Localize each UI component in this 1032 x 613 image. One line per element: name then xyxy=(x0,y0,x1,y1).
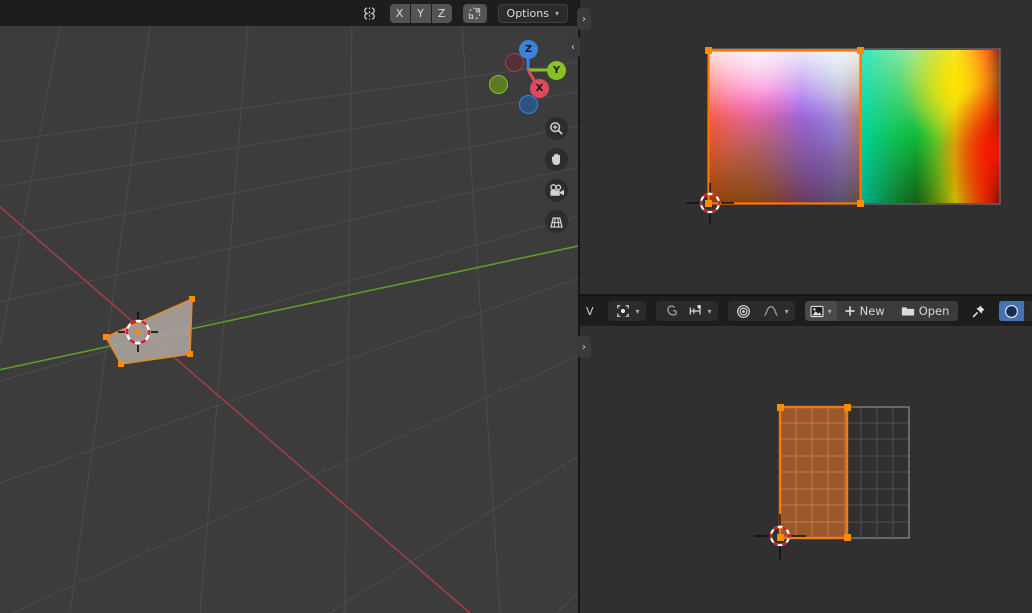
uv-select-mode-button[interactable]: ▾ xyxy=(607,301,646,321)
new-image-button[interactable]: New xyxy=(836,301,894,321)
uv-test-gradient-image-right xyxy=(860,50,1000,203)
plane-vertex[interactable] xyxy=(189,296,195,302)
uv-vertex xyxy=(777,404,784,411)
zoom-view-icon[interactable] xyxy=(545,117,568,140)
uv-editor-canvas xyxy=(580,296,1032,613)
display-channels-dropdown[interactable]: ▾ xyxy=(1024,301,1032,321)
display-channels-group: ▾ xyxy=(999,301,1032,321)
viewport-header: X Y Z Options ▾ xyxy=(0,0,578,26)
mirror-axis-z[interactable]: Z xyxy=(431,3,452,23)
uv-editor-image-preview[interactable] xyxy=(580,0,1032,294)
pin-id-button[interactable] xyxy=(968,301,989,321)
open-image-label: Open xyxy=(918,304,950,318)
uv-vertex xyxy=(857,200,864,207)
gizmo-axis-y[interactable]: Y xyxy=(547,61,566,80)
image-datablock-group: ▾ New Open xyxy=(804,301,959,321)
viewport-3d[interactable]: Z Y X X Y Z Options ▾ xyxy=(0,0,578,613)
uv-vertex-select-icon[interactable] xyxy=(610,301,636,321)
mirror-axis-group: X Y Z xyxy=(389,3,452,23)
uv-vertex xyxy=(844,404,851,411)
image-browse-button[interactable]: ▾ xyxy=(804,301,837,321)
uv-editor[interactable]: V ▾ ▾ ▾ ▾ New Open xyxy=(580,296,1032,613)
chevron-right-icon: › xyxy=(582,13,586,25)
expand-area-arrow-top-right[interactable]: › xyxy=(577,8,591,30)
toggle-ortho-perspective-icon[interactable] xyxy=(545,210,568,233)
proportional-editing-group: ▾ xyxy=(727,301,795,321)
pan-view-icon[interactable] xyxy=(545,148,568,171)
editor-type-button[interactable]: V xyxy=(582,301,598,321)
gizmo-axis-neg-y[interactable] xyxy=(489,75,508,94)
object-plane[interactable] xyxy=(70,295,210,375)
viewport-nav-buttons xyxy=(545,117,568,233)
options-label: Options xyxy=(506,6,549,20)
proportional-editing-icon[interactable] xyxy=(462,3,487,23)
chevron-down-icon[interactable]: ▾ xyxy=(785,307,793,316)
plus-icon xyxy=(844,306,855,316)
display-channels-icon[interactable] xyxy=(999,301,1025,321)
chevron-left-icon: ‹ xyxy=(571,41,575,53)
navigation-gizmo[interactable]: Z Y X xyxy=(483,32,567,116)
gizmo-axis-x-label: X xyxy=(535,83,544,94)
options-button[interactable]: Options ▾ xyxy=(497,3,568,23)
chevron-down-icon[interactable]: ▾ xyxy=(828,307,832,316)
mirror-axis-x[interactable]: X xyxy=(389,3,410,23)
camera-view-icon[interactable] xyxy=(545,179,568,202)
pin-icon xyxy=(972,305,985,317)
folder-icon xyxy=(901,307,914,316)
chevron-down-icon[interactable]: ▾ xyxy=(708,307,716,316)
mirror-axis-y[interactable]: Y xyxy=(410,3,431,23)
chevron-down-icon[interactable]: ▾ xyxy=(636,307,644,316)
chevron-down-icon: ▾ xyxy=(554,8,559,18)
sticky-selection-icon[interactable] xyxy=(658,301,685,321)
editor-type-letter: V xyxy=(586,304,594,318)
plane-vertex[interactable] xyxy=(103,334,109,340)
uv-mirror-x-icon[interactable] xyxy=(358,4,382,23)
expand-area-arrow-bottom[interactable]: › xyxy=(577,336,591,358)
collapse-area-arrow-viewport[interactable]: ‹ xyxy=(566,36,580,58)
uv-vertex xyxy=(844,534,851,541)
uv-editor-header: V ▾ ▾ ▾ ▾ New Open xyxy=(580,296,1032,326)
gizmo-axis-y-label: Y xyxy=(552,65,561,76)
uv-top-canvas xyxy=(580,0,1032,294)
uv-vertex xyxy=(857,47,864,54)
chevron-right-icon: › xyxy=(582,341,586,353)
open-image-button[interactable]: Open xyxy=(893,301,959,321)
falloff-curve-icon[interactable] xyxy=(757,301,785,321)
plane-vertex[interactable] xyxy=(118,361,124,367)
gizmo-axis-z-label: Z xyxy=(524,44,533,55)
proportional-editing-circle-icon[interactable] xyxy=(730,301,757,321)
blender-window: Z Y X X Y Z Options ▾ V ▾ ▾ ▾ ▾ New Open… xyxy=(0,0,1032,613)
selected-uv-face xyxy=(780,407,847,538)
snap-magnet-icon[interactable] xyxy=(685,301,708,321)
uv-vertex xyxy=(705,47,712,54)
snap-group: ▾ xyxy=(655,301,718,321)
gizmo-axis-neg-x[interactable] xyxy=(505,53,524,72)
new-image-label: New xyxy=(859,304,885,318)
uv-test-gradient-image-left xyxy=(708,50,860,203)
plane-vertex[interactable] xyxy=(187,351,193,357)
gizmo-axis-neg-z[interactable] xyxy=(519,95,538,114)
